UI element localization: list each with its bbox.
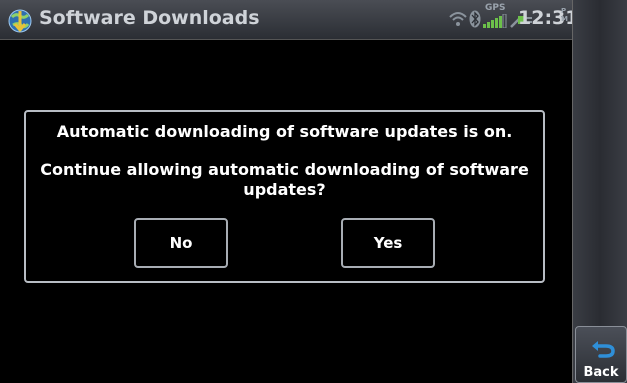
bluetooth-icon (469, 10, 481, 28)
back-arrow-icon (592, 341, 615, 358)
back-button[interactable]: Back (575, 326, 627, 383)
dialog-message: Automatic downloading of software update… (56, 122, 513, 141)
confirm-dialog: Automatic downloading of software update… (24, 110, 545, 283)
screen: Software Downloads GPS 12:31 P M Back Au… (0, 0, 627, 383)
back-button-label: Back (583, 365, 619, 380)
download-globe-icon (8, 9, 32, 33)
wifi-icon (449, 12, 467, 26)
gps-signal-icon (483, 14, 507, 28)
dialog-question: Continue allowing automatic downloading … (40, 160, 529, 199)
clock-ampm-bottom: M (561, 15, 568, 23)
clock: 12:31 (518, 7, 579, 29)
clock-ampm-top: P (561, 7, 567, 15)
clock-ampm: P M (561, 7, 568, 23)
title-bar: Software Downloads GPS 12:31 P M (0, 0, 578, 40)
gps-label: GPS (485, 3, 506, 13)
yes-button[interactable]: Yes (341, 218, 435, 268)
no-button[interactable]: No (134, 218, 228, 268)
page-title: Software Downloads (39, 7, 260, 29)
